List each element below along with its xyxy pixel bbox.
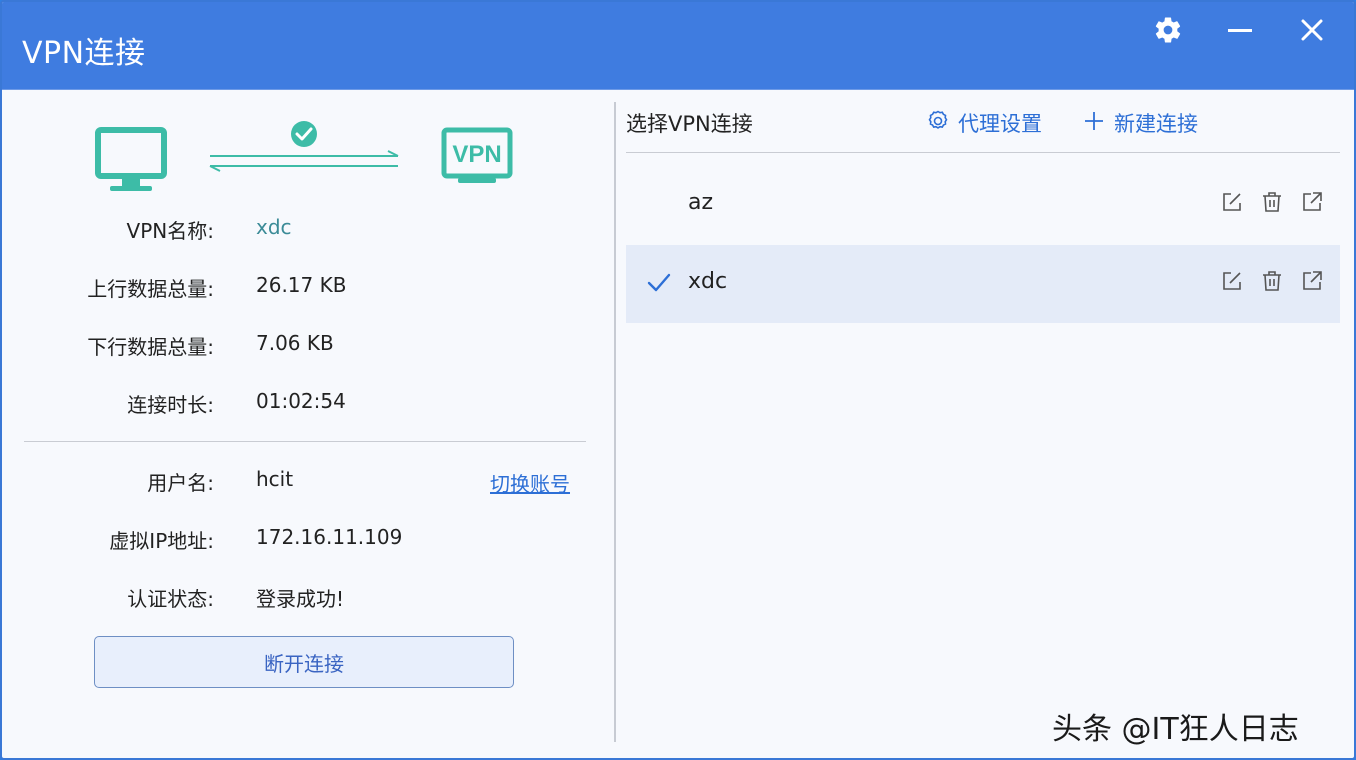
export-icon[interactable] — [1300, 190, 1324, 214]
window-title: VPN连接 — [22, 36, 146, 71]
auth-status-label: 认证状态: — [127, 587, 214, 611]
minimize-icon — [1226, 16, 1254, 44]
gear-icon — [1153, 15, 1183, 45]
virtual-ip-value: 172.16.11.109 — [256, 525, 403, 549]
info-row-download: 下行数据总量: 7.06 KB — [2, 331, 602, 361]
vpn-monitor-icon: VPN — [441, 127, 513, 183]
virtual-ip-label: 虚拟IP地址: — [109, 529, 214, 553]
upload-total-value: 26.17 KB — [256, 273, 347, 297]
transfer-arrows-icon — [209, 150, 399, 172]
export-icon[interactable] — [1300, 269, 1324, 293]
info-row-auth-status: 认证状态: 登录成功! — [2, 583, 602, 613]
new-connection-button[interactable]: 新建连接 — [1084, 108, 1198, 138]
delete-icon[interactable] — [1260, 269, 1284, 293]
edit-icon[interactable] — [1220, 269, 1244, 293]
vpn-monitor-label: VPN — [452, 141, 501, 168]
auth-status-value: 登录成功! — [256, 587, 345, 611]
disconnect-button[interactable]: 断开连接 — [94, 636, 514, 688]
proxy-settings-label: 代理设置 — [958, 112, 1042, 136]
watermark-text: 头条 @IT狂人日志 — [1052, 712, 1299, 747]
connection-name: xdc — [688, 269, 728, 294]
header-divider — [626, 152, 1340, 153]
connections-header: 选择VPN连接 代理设置 新建连接 — [626, 108, 1340, 138]
minimize-button[interactable] — [1220, 12, 1260, 48]
connection-name: az — [688, 190, 714, 215]
username-label: 用户名: — [147, 471, 214, 495]
plus-icon — [1084, 111, 1104, 136]
proxy-settings-button[interactable]: 代理设置 — [926, 108, 1042, 138]
connections-title: 选择VPN连接 — [626, 112, 753, 136]
vpn-window: VPN连接 VPN VPN名称: xdc 上行数据总量: 26.17 KB 下行… — [0, 0, 1356, 760]
switch-account-link[interactable]: 切换账号 — [490, 468, 570, 497]
settings-button[interactable] — [1148, 12, 1188, 48]
connection-status-graphic: VPN — [92, 120, 522, 200]
vpn-name-label: VPN名称: — [126, 219, 214, 243]
computer-icon — [95, 127, 167, 191]
info-row-vpn-name: VPN名称: xdc — [2, 215, 602, 245]
delete-icon[interactable] — [1260, 190, 1284, 214]
username-value: hcit — [256, 467, 294, 491]
duration-value: 01:02:54 — [256, 389, 346, 413]
check-circle-icon — [291, 121, 317, 147]
connections-panel: 选择VPN连接 代理设置 新建连接 az xdc — [616, 90, 1354, 758]
divider — [24, 441, 586, 442]
connection-actions — [1220, 190, 1324, 214]
info-row-virtual-ip: 虚拟IP地址: 172.16.11.109 — [2, 525, 602, 555]
title-bar: VPN连接 — [2, 2, 1354, 90]
download-total-value: 7.06 KB — [256, 331, 334, 355]
connection-item-selected[interactable]: xdc — [626, 245, 1340, 323]
info-row-upload: 上行数据总量: 26.17 KB — [2, 273, 602, 303]
download-total-label: 下行数据总量: — [87, 335, 214, 359]
edit-icon[interactable] — [1220, 190, 1244, 214]
vpn-name-value: xdc — [256, 215, 292, 239]
upload-total-label: 上行数据总量: — [87, 277, 214, 301]
info-row-duration: 连接时长: 01:02:54 — [2, 389, 602, 419]
connection-actions — [1220, 269, 1324, 293]
status-panel: VPN VPN名称: xdc 上行数据总量: 26.17 KB 下行数据总量: … — [2, 90, 614, 758]
connection-item[interactable]: az — [626, 166, 1340, 244]
close-icon — [1300, 18, 1324, 42]
new-connection-label: 新建连接 — [1114, 112, 1198, 136]
duration-label: 连接时长: — [127, 393, 214, 417]
close-button[interactable] — [1292, 12, 1332, 48]
gear-outline-icon — [926, 109, 950, 138]
check-icon — [646, 270, 672, 296]
